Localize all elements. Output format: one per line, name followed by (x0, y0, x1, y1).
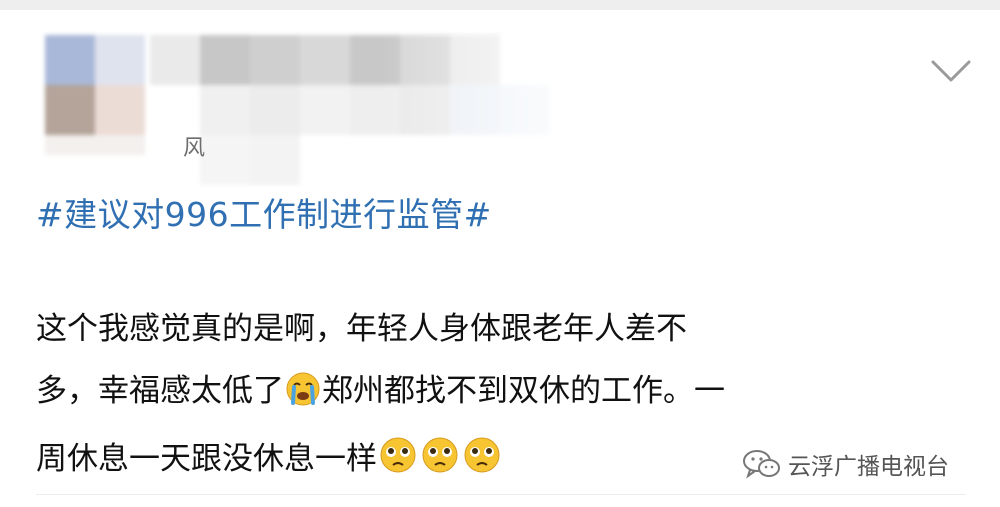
pleading-face-icon (378, 434, 418, 496)
post-text-line-3: 周休息一天跟没休息一样 (36, 441, 377, 477)
crying-face-icon (285, 366, 321, 428)
divider (36, 494, 966, 495)
post-line-2: 多，幸福感太低了 郑州都找不到双休的工作。一 (36, 360, 966, 428)
watermark: 云浮广播电视台 (742, 447, 949, 481)
pleading-face-icon (462, 434, 502, 496)
top-strip (0, 0, 1000, 10)
post-line-1: 这个我感觉真的是啊，年轻人身体跟老年人差不 (36, 298, 966, 360)
pleading-face-icon (420, 434, 460, 496)
post-text-line-2a: 多，幸福感太低了 (36, 373, 284, 409)
user-header-obscured[interactable]: 风 (45, 35, 605, 185)
watermark-label: 云浮广播电视台 (788, 454, 949, 480)
chevron-down-icon[interactable] (928, 56, 974, 86)
post-text-line-1: 这个我感觉真的是啊，年轻人身体跟老年人差不 (36, 311, 687, 347)
fade-mask (45, 35, 605, 185)
wechat-channel-icon (742, 447, 782, 481)
post-source-text: 风 (183, 136, 206, 161)
post-text-line-2b: 郑州都找不到双休的工作。一 (322, 373, 725, 409)
hashtag-link[interactable]: #建议对996工作制进行监管# (36, 188, 492, 236)
